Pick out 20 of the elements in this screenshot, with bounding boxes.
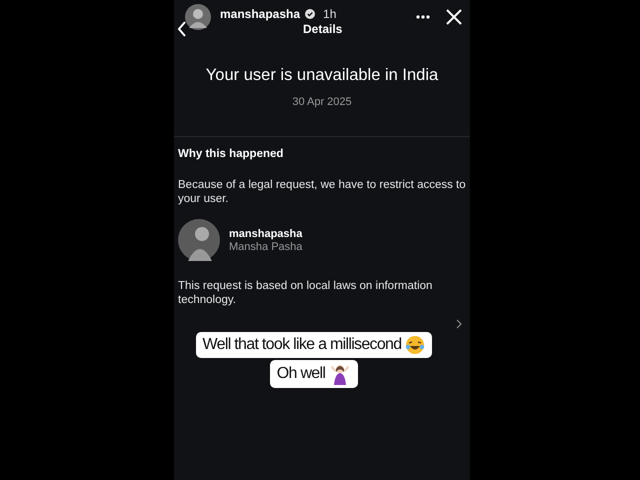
shrugging-figure-icon — [329, 363, 352, 385]
explanation-text: Because of a legal request, we have to restrict access to your user. — [178, 178, 466, 206]
close-icon[interactable] — [446, 9, 462, 25]
post-time: 1h — [323, 7, 336, 21]
back-icon[interactable] — [177, 21, 187, 37]
avatar-icon — [185, 4, 211, 30]
account-name: Mansha Pasha — [229, 240, 302, 252]
avatar-icon — [178, 219, 220, 261]
notice-date: 30 Apr 2025 — [291, 96, 353, 108]
basis-text: This request is based on local laws on information technology. — [178, 279, 434, 307]
notice-title: Your user is unavailable in India — [204, 66, 440, 85]
username[interactable]: manshapasha — [220, 7, 300, 21]
chevron-icon[interactable] — [456, 319, 462, 329]
account-username: manshapasha — [229, 228, 302, 240]
caption-text: Well that took like a millisecond — [202, 336, 402, 354]
more-icon[interactable] — [416, 15, 430, 19]
laughing-emoji-icon — [405, 335, 426, 355]
section-heading: Why this happened — [178, 148, 284, 160]
caption-text: Oh well — [276, 365, 326, 383]
page-title: Details — [303, 22, 342, 36]
